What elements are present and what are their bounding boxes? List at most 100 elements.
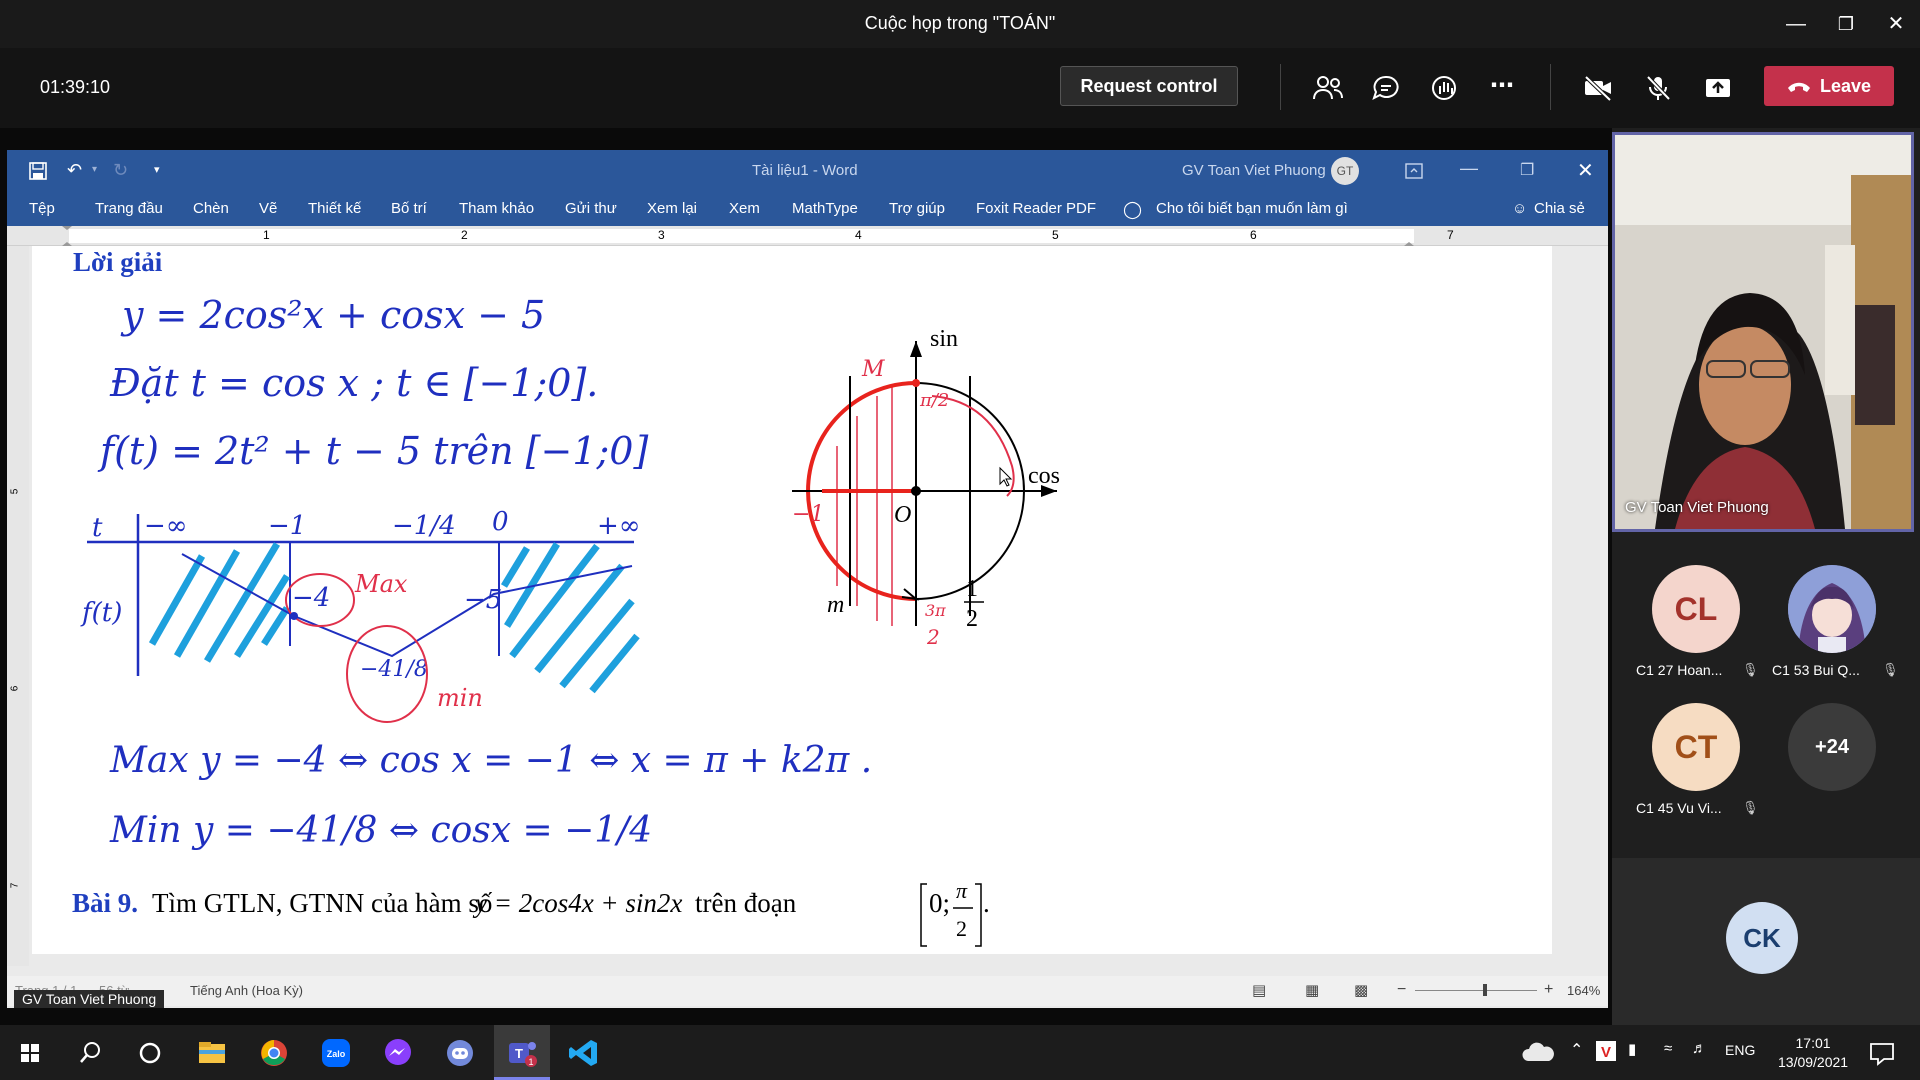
vscode-icon[interactable] — [564, 1035, 604, 1071]
participants-icon[interactable] — [1312, 74, 1344, 102]
tab-review[interactable]: Xem lại — [647, 200, 697, 217]
phone-hangup-icon — [1788, 82, 1810, 92]
user-avatar[interactable]: GT — [1331, 157, 1359, 185]
lightbulb-icon[interactable]: ◯ — [1123, 200, 1142, 220]
read-mode-icon[interactable]: ▤ — [1252, 981, 1266, 999]
request-control-button[interactable]: Request control — [1060, 66, 1238, 106]
teams-icon[interactable]: T1 — [502, 1035, 542, 1071]
zalo-icon[interactable]: Zalo — [316, 1035, 356, 1071]
more-participants-button[interactable]: +24 — [1788, 703, 1876, 791]
file-explorer-icon[interactable] — [192, 1035, 232, 1071]
word-status-bar: Trang 1 / 1 56 từ Tiếng Anh (Hoa Kỳ) ▤ ▦… — [7, 976, 1608, 1006]
doc-title: Tài liệu1 - Word — [752, 162, 858, 179]
discord-icon[interactable] — [440, 1035, 480, 1071]
volume-icon[interactable]: ♬ — [1692, 1040, 1707, 1057]
half-numerator: 1 — [966, 576, 978, 602]
zoom-slider-thumb[interactable] — [1483, 984, 1487, 996]
presenter-video[interactable]: GV Toan Viet Phuong — [1612, 132, 1914, 532]
tab-help[interactable]: Trợ giúp — [889, 200, 945, 217]
t-value-zero: 0 — [492, 507, 509, 537]
zoom-in-icon[interactable]: + — [1544, 981, 1553, 999]
raise-hand-icon[interactable] — [1430, 74, 1462, 102]
wifi-icon[interactable]: ≈ — [1664, 1040, 1672, 1057]
participant-avatar-cl[interactable]: CL — [1652, 565, 1740, 653]
zoom-out-icon[interactable]: − — [1397, 981, 1406, 999]
search-icon[interactable] — [70, 1035, 110, 1071]
tab-references[interactable]: Tham khảo — [459, 200, 534, 217]
t-value-minus-one: −1 — [268, 511, 306, 541]
language-indicator[interactable]: Tiếng Anh (Hoa Kỳ) — [190, 983, 303, 998]
input-language[interactable]: ENG — [1725, 1042, 1755, 1058]
tab-draw[interactable]: Vẽ — [259, 200, 277, 217]
more-options-icon[interactable]: ⋯ — [1490, 74, 1522, 102]
chrome-icon[interactable] — [254, 1035, 294, 1071]
max-label: Max — [354, 570, 408, 598]
customize-toolbar-icon[interactable]: ▾ — [154, 163, 160, 176]
task-view-icon[interactable] — [130, 1035, 170, 1071]
share-button[interactable]: Chia sẻ — [1534, 200, 1585, 217]
tab-mailings[interactable]: Gửi thư — [565, 200, 617, 217]
minimize-icon[interactable]: — — [1776, 8, 1816, 40]
ribbon-display-icon[interactable] — [1405, 163, 1423, 179]
clock-date: 13/09/2021 — [1778, 1054, 1849, 1070]
vietkey-icon[interactable]: V — [1594, 1039, 1618, 1063]
tray-chevron-icon[interactable]: ⌃ — [1570, 1040, 1583, 1060]
person-icon[interactable]: ☺ — [1512, 200, 1527, 217]
divider — [1280, 64, 1281, 110]
notifications-icon[interactable] — [1862, 1035, 1902, 1071]
vertical-ruler[interactable]: 5 6 7 — [7, 246, 29, 966]
participant-avatar-ct[interactable]: CT — [1652, 703, 1740, 791]
tab-view[interactable]: Xem — [729, 200, 760, 217]
onedrive-icon[interactable] — [1518, 1035, 1558, 1071]
battery-icon[interactable]: ▮ — [1628, 1040, 1636, 1058]
restore-icon[interactable]: ❐ — [1826, 8, 1866, 40]
undo-dropdown-icon[interactable]: ▾ — [92, 164, 97, 175]
exercise-formula: y = 2cos4x + sin2x — [472, 888, 682, 918]
ribbon-tabs: Tệp Trang đầu Chèn Vẽ Thiết kế Bố trí Th… — [7, 192, 1608, 226]
participant-avatar-photo[interactable] — [1788, 565, 1876, 653]
messenger-icon[interactable] — [378, 1035, 418, 1071]
min-value: −41/8 — [360, 657, 428, 682]
tab-foxit[interactable]: Foxit Reader PDF — [976, 200, 1096, 217]
redo-icon[interactable]: ↻ — [113, 160, 128, 181]
document-page[interactable]: Lời giải y = 2cos²x + cosx − 5 Đặt t = c… — [32, 246, 1552, 954]
windows-start-icon[interactable] — [10, 1035, 50, 1071]
web-layout-icon[interactable]: ▩ — [1354, 981, 1368, 999]
svg-text:Zalo: Zalo — [327, 1049, 346, 1059]
chat-icon[interactable] — [1370, 74, 1402, 102]
self-avatar-ck[interactable]: CK — [1726, 902, 1798, 974]
undo-icon[interactable]: ↶ — [67, 160, 82, 181]
word-minimize-icon[interactable]: — — [1460, 158, 1478, 179]
presenter-video-frame — [1615, 135, 1911, 529]
three-pi-half-den: 2 — [926, 625, 940, 649]
mic-off-icon: 🎙 — [1742, 800, 1759, 815]
leave-button[interactable]: Leave — [1764, 66, 1894, 106]
participant-name: C1 45 Vu Vi... — [1636, 800, 1722, 816]
close-icon[interactable]: ✕ — [1876, 8, 1916, 40]
save-icon[interactable] — [29, 162, 47, 180]
tab-layout[interactable]: Bố trí — [391, 200, 427, 217]
interval-numerator: π — [956, 878, 968, 903]
mic-off-icon[interactable] — [1642, 74, 1674, 102]
word-close-icon[interactable]: ✕ — [1577, 158, 1594, 183]
m-lower-label: m — [827, 592, 844, 618]
tab-design[interactable]: Thiết kế — [308, 200, 361, 217]
word-title-bar: ↶ ▾ ↻ ▾ Tài liệu1 - Word GV Toan Viet Ph… — [7, 150, 1608, 192]
taskbar-clock[interactable]: 17:01 13/09/2021 — [1778, 1034, 1848, 1072]
tab-home[interactable]: Trang đầu — [95, 200, 163, 217]
tab-mathtype[interactable]: MathType — [792, 200, 858, 217]
word-restore-icon[interactable]: ❐ — [1520, 160, 1534, 180]
call-toolbar: 01:39:10 Request control ⋯ Leave — [0, 48, 1920, 128]
share-screen-icon[interactable] — [1702, 74, 1734, 102]
word-window: ↶ ▾ ↻ ▾ Tài liệu1 - Word GV Toan Viet Ph… — [7, 150, 1608, 1008]
tell-me-search[interactable]: Cho tôi biết bạn muốn làm gì — [1156, 200, 1348, 217]
tab-insert[interactable]: Chèn — [193, 200, 229, 217]
zoom-level[interactable]: 164% — [1567, 983, 1600, 998]
camera-off-icon[interactable] — [1582, 74, 1614, 102]
meeting-title: Cuộc họp trong "TOÁN" — [864, 13, 1056, 33]
print-layout-icon[interactable]: ▦ — [1305, 981, 1319, 999]
tab-file[interactable]: Tệp — [29, 200, 55, 217]
ruler-ticks — [62, 226, 1414, 246]
zoom-slider[interactable] — [1415, 990, 1537, 991]
horizontal-ruler[interactable]: 1 2 3 4 5 6 7 — [7, 226, 1608, 246]
